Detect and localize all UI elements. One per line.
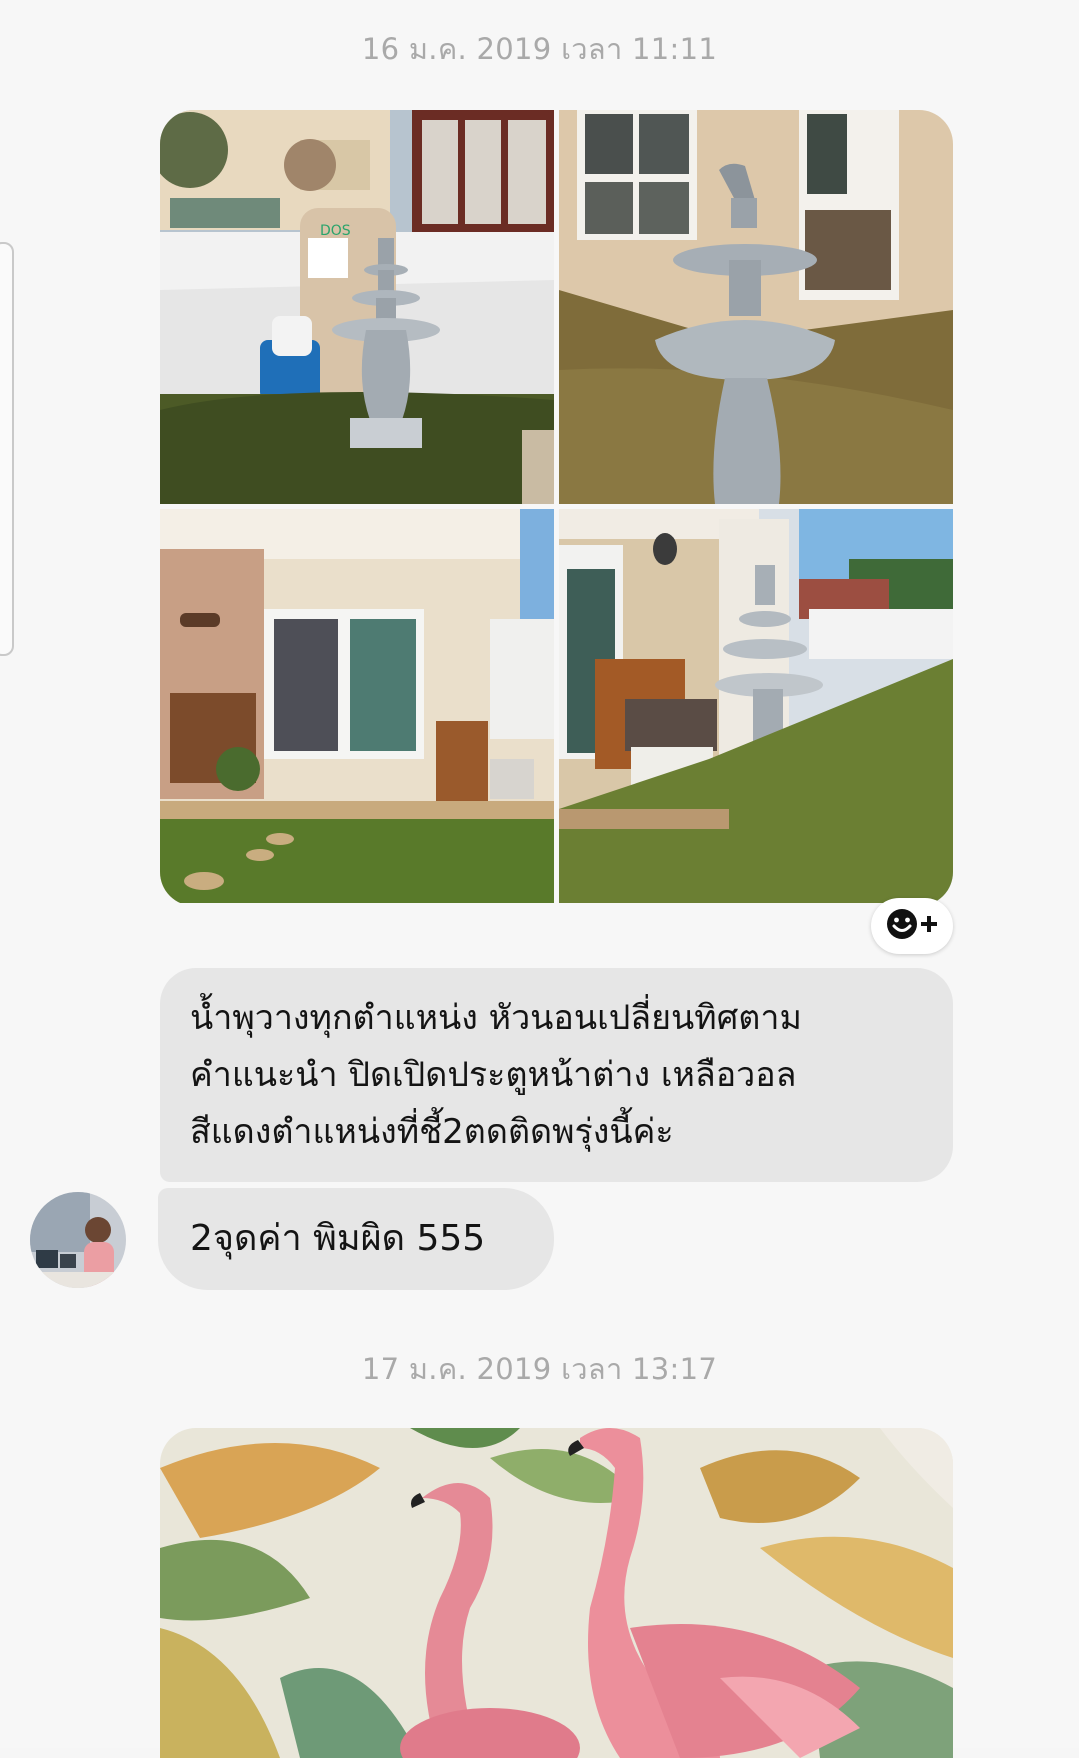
photo-fountain-yard[interactable]: DOS [160,110,554,504]
smiley-plus-icon [885,907,939,945]
svg-text:DOS: DOS [320,223,351,239]
message-line: คำแนะนำ ปิดเปิดประตูหน้าต่าง เหลือวอล [190,1055,797,1095]
sender-avatar[interactable] [30,1192,126,1288]
photo-house-front[interactable] [160,509,554,903]
message-bubble[interactable]: น้ำพุวางทุกตำแหน่ง หัวนอนเปลี่ยนทิศตาม ค… [160,968,953,1182]
message-bubble[interactable]: 2จุดค่า พิมผิด 555 [158,1188,554,1290]
edge-panel-handle[interactable] [0,242,14,656]
add-reaction-button[interactable] [871,898,953,954]
message-line: สีแดงตำแหน่งที่ชี้2ตดติดพรุ่งนี้ค่ะ [190,1112,674,1152]
photo-horse-fountain[interactable] [559,110,953,504]
timestamp-divider: 16 ม.ค. 2019 เวลา 11:11 [361,32,718,66]
message-line: น้ำพุวางทุกตำแหน่ง หัวนอนเปลี่ยนทิศตาม [190,998,802,1038]
photo-house-side[interactable] [559,509,953,903]
flamingo-painting[interactable] [160,1428,953,1758]
chat-screen: 16 ม.ค. 2019 เวลา 11:11 DOS น้ำพุวางทุกต… [0,0,1079,1758]
photo-grid[interactable]: DOS [160,110,953,906]
timestamp-divider: 17 ม.ค. 2019 เวลา 13:17 [361,1352,718,1386]
